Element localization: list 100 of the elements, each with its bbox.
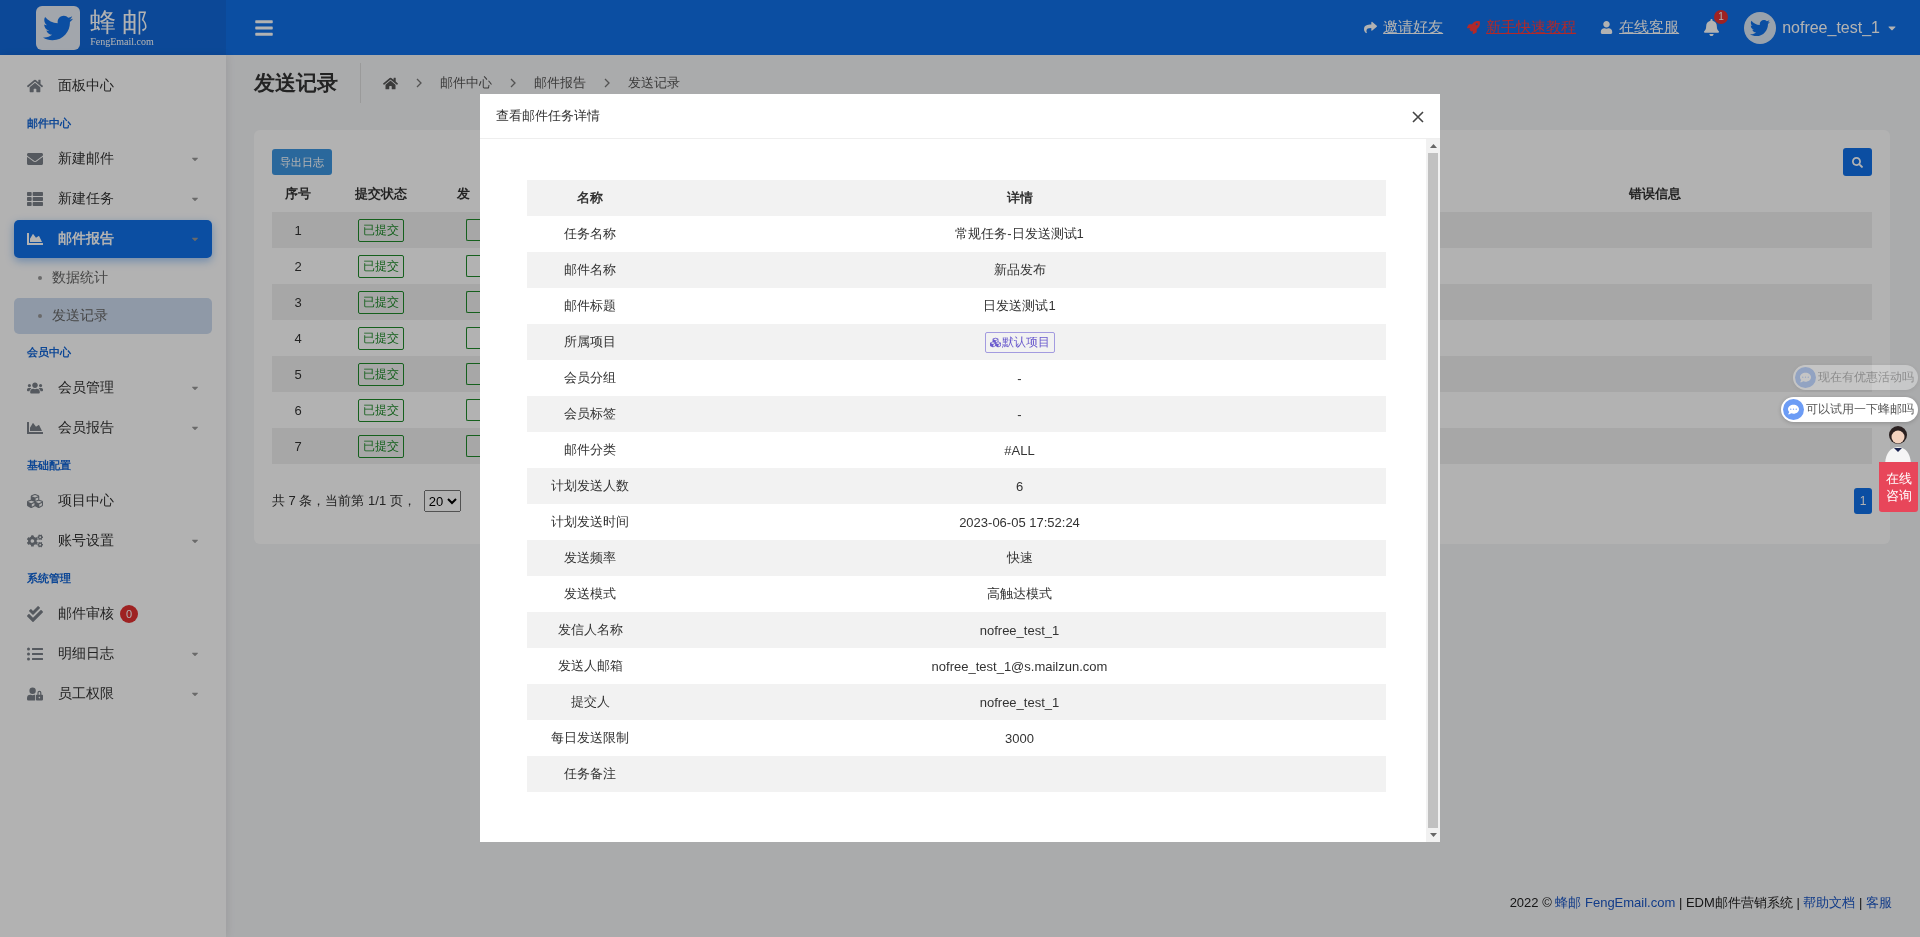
field-name: 发送频率 [563, 549, 617, 567]
field-value: 高触达模式 [987, 585, 1052, 603]
boxes-icon [989, 336, 1001, 348]
breadcrumb-item[interactable]: 邮件报告 [534, 74, 586, 92]
boxes-icon [26, 493, 44, 509]
field-value: 日发送测试1 [983, 297, 1056, 315]
list-icon [26, 191, 44, 207]
status-tag: 已提交 [358, 254, 404, 278]
status-tag: 已提交 [358, 326, 404, 350]
sidebar-item[interactable]: 会员报告 [14, 409, 212, 447]
sidebar-item[interactable]: 邮件审核 0 [14, 595, 212, 633]
footer-link[interactable]: 蜂邮 FengEmail.com [1555, 895, 1676, 910]
breadcrumb-item[interactable]: 发送记录 [628, 74, 680, 92]
field-value: nofree_test_1@s.mailzun.com [931, 658, 1108, 674]
column-header: 详情 [1005, 189, 1034, 207]
user-lock-icon [26, 686, 44, 702]
sidebar-item[interactable]: 项目中心 [14, 482, 212, 520]
field-value: #ALL [1004, 442, 1035, 458]
field-name: 会员分组 [563, 369, 617, 387]
bell-icon[interactable] [1703, 19, 1721, 36]
field-name: 计划发送时间 [550, 513, 630, 531]
field-name: 发信人名称 [556, 621, 624, 639]
field-name: 发送人邮箱 [556, 657, 624, 675]
field-name: 发送模式 [563, 585, 617, 603]
sidebar-item-label: 会员报告 [58, 419, 114, 437]
sidebar-heading: 基础配置 [26, 458, 72, 473]
scroll-down-icon[interactable] [1429, 833, 1437, 837]
sidebar-item[interactable]: 员工权限 [14, 675, 212, 713]
column-header: 序号 [284, 185, 312, 203]
sidebar-item[interactable]: 账号设置 [14, 522, 212, 560]
field-name: 邮件名称 [563, 261, 617, 279]
chat-text: 可以试用一下蜂邮吗 [1806, 401, 1914, 418]
field-name: 每日发送限制 [550, 729, 630, 747]
sidebar-item[interactable]: 新建任务 [14, 180, 212, 218]
sidebar-item-label: 员工权限 [58, 685, 114, 703]
table-cell-text: 2 [293, 258, 303, 274]
header-link[interactable]: 在线客服 [1600, 18, 1680, 37]
field-value: nofree_test_1 [979, 622, 1060, 638]
field-value: 6 [1015, 478, 1024, 494]
search-button[interactable] [1843, 148, 1872, 176]
sidebar-item[interactable]: 会员管理 [14, 369, 212, 407]
scrollbar[interactable] [1426, 139, 1440, 842]
logo-title: 蜂邮 [90, 8, 154, 36]
sidebar-item-label: 新建邮件 [58, 150, 114, 168]
export-button[interactable]: 导出日志 [272, 149, 332, 175]
rocket-icon [1467, 21, 1481, 34]
footer-link[interactable]: 客服 [1866, 895, 1892, 910]
table-cell-text: 4 [293, 330, 303, 346]
sidebar-item-label: 新建任务 [58, 190, 114, 208]
scroll-up-icon[interactable] [1429, 144, 1437, 148]
sidebar-heading: 系统管理 [26, 571, 72, 586]
field-name: 任务备注 [563, 765, 617, 783]
chat-icon [1783, 399, 1804, 420]
project-tag: 默认项目 [984, 331, 1055, 353]
sidebar-item[interactable]: 新建邮件 [14, 140, 212, 178]
search-icon [1852, 156, 1863, 168]
field-name: 邮件分类 [563, 441, 617, 459]
status-tag: 已提交 [358, 290, 404, 314]
footer-text: 2022 © 蜂邮 FengEmail.com | EDM邮件营销系统 | 帮助文档 | 客服 [1509, 894, 1892, 912]
sidebar-subitem[interactable]: 数据统计 [14, 260, 212, 296]
sidebar-heading: 邮件中心 [26, 116, 72, 131]
sidebar-subitem[interactable]: 发送记录 [14, 298, 212, 334]
count-badge: 0 [120, 605, 138, 623]
sidebar-item[interactable]: 明细日志 [14, 635, 212, 673]
home-icon[interactable] [383, 75, 398, 91]
pagination-summary: 共 7 条，当前第 1/1 页， [272, 492, 416, 510]
chevron-icon [604, 78, 610, 88]
page-title: 发送记录 [254, 63, 361, 103]
status-tag: 已提交 [358, 218, 404, 242]
table-cell-text: 5 [293, 366, 303, 382]
field-value: 3000 [1005, 730, 1034, 746]
field-value: 新品发布 [993, 261, 1046, 279]
user-icon [1600, 21, 1614, 34]
table-cell-text: 1 [293, 222, 303, 238]
chat-bubble[interactable]: 可以试用一下蜂邮吗 [1781, 397, 1918, 422]
share-icon [1364, 21, 1378, 34]
chat-icon [1795, 367, 1816, 388]
sidebar-item-label: 面板中心 [58, 77, 114, 95]
sidebar-item-label: 账号设置 [58, 532, 114, 550]
envelope-icon [26, 151, 44, 167]
footer-link[interactable]: 帮助文档 [1803, 895, 1856, 910]
sidebar-item[interactable]: 邮件报告 [14, 220, 212, 258]
page-size-select[interactable]: 20 [423, 490, 461, 512]
online-consult-button[interactable]: 在线咨询 [1879, 462, 1918, 512]
user-menu[interactable]: nofree_test_1 [1744, 11, 1898, 44]
page-button[interactable]: 1 [1854, 488, 1872, 514]
field-name: 任务名称 [563, 225, 617, 243]
status-tag: 已提交 [358, 398, 404, 422]
field-value: - [1017, 406, 1022, 422]
double-check-icon [26, 606, 44, 622]
field-value: 常规任务-日发送测试1 [955, 225, 1084, 243]
menu-icon[interactable] [254, 17, 274, 38]
header-link[interactable]: 邀请好友 [1364, 18, 1444, 37]
field-name: 计划发送人数 [550, 477, 630, 495]
table-cell-text: 3 [293, 294, 303, 310]
notification-badge: 1 [1714, 10, 1729, 24]
sidebar-item[interactable]: 面板中心 [14, 67, 212, 105]
house-icon [26, 78, 44, 94]
gears-icon [26, 533, 44, 549]
breadcrumb-item[interactable]: 邮件中心 [440, 74, 492, 92]
